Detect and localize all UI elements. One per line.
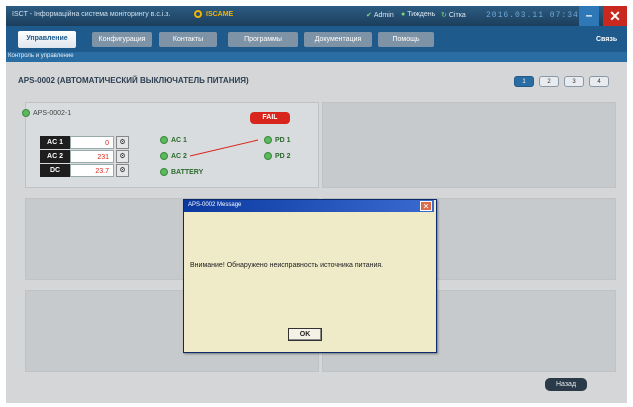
ok-button[interactable]: OK	[288, 328, 322, 341]
back-button[interactable]: Назад	[545, 378, 587, 391]
dialog-title-bar: APS-0002 Message ✕	[184, 200, 434, 212]
dialog-title: APS-0002 Message	[188, 202, 242, 208]
active-connection-line	[189, 139, 259, 157]
dialog-message: Внимание! Обнаружено неисправность источ…	[190, 262, 384, 269]
dialog-close-button[interactable]: ✕	[420, 201, 432, 211]
message-dialog: APS-0002 Message ✕ Внимание! Обнаружено …	[183, 199, 437, 353]
